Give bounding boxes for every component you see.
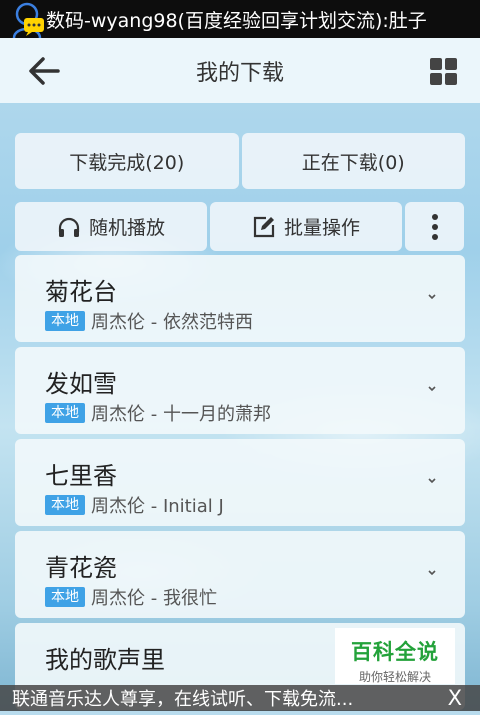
song-meta: 本地 周杰伦 - 十一月的萧邦: [45, 400, 271, 426]
chevron-down-icon[interactable]: [427, 385, 437, 393]
status-title: 数码-wyang98(百度经验回享计划交流):肚子: [46, 9, 427, 32]
song-item[interactable]: 发如雪 本地 周杰伦 - 十一月的萧邦: [15, 347, 465, 434]
download-tabs: 下载完成(20) 正在下载(0): [15, 133, 465, 189]
more-options-button[interactable]: [405, 202, 464, 251]
chevron-down-icon[interactable]: [427, 477, 437, 485]
watermark-logo: 百科全说 助你轻松解决: [335, 628, 455, 684]
song-subtitle: 周杰伦 - 十一月的萧邦: [91, 404, 271, 425]
chevron-down-icon[interactable]: [427, 293, 437, 301]
chevron-down-icon[interactable]: [427, 569, 437, 577]
header: 我的下载: [0, 38, 480, 103]
song-item[interactable]: 七里香 本地 周杰伦 - Initial J: [15, 439, 465, 526]
song-subtitle: 周杰伦 - 依然范特西: [91, 312, 253, 333]
song-item[interactable]: 青花瓷 本地 周杰伦 - 我很忙: [15, 531, 465, 618]
status-bar: 数码-wyang98(百度经验回享计划交流):肚子: [0, 0, 480, 39]
song-title: 七里香: [45, 462, 117, 490]
song-title: 青花瓷: [45, 554, 117, 582]
shuffle-play-button[interactable]: 随机播放: [15, 202, 207, 251]
watermark-main: 百科全说: [351, 640, 439, 664]
ad-banner[interactable]: 联通音乐达人尊享，在线试听、下载免流... X: [0, 685, 480, 711]
watermark-sub: 助你轻松解决: [358, 670, 431, 684]
local-badge: 本地: [45, 403, 85, 423]
action-bar: 随机播放 批量操作: [15, 202, 465, 251]
more-vertical-icon: [431, 212, 438, 242]
local-badge: 本地: [45, 311, 85, 331]
song-title: 菊花台: [45, 278, 117, 306]
local-badge: 本地: [45, 587, 85, 607]
song-subtitle: 周杰伦 - 我很忙: [91, 588, 217, 609]
back-button[interactable]: [26, 55, 62, 87]
edit-icon: [252, 215, 276, 239]
tab-downloading[interactable]: 正在下载(0): [241, 133, 465, 189]
arrow-left-icon: [29, 57, 60, 85]
batch-operation-button[interactable]: 批量操作: [210, 202, 402, 251]
local-badge: 本地: [45, 495, 85, 515]
tab-completed[interactable]: 下载完成(20): [15, 133, 239, 189]
chat-avatar-icon: [0, 0, 46, 39]
shuffle-play-label: 随机播放: [88, 217, 165, 239]
song-meta: 本地 周杰伦 - Initial J: [45, 492, 224, 518]
page-title: 我的下载: [195, 60, 284, 86]
grid-view-button[interactable]: [430, 58, 458, 86]
song-item[interactable]: 菊花台 本地 周杰伦 - 依然范特西: [15, 255, 465, 342]
song-meta: 本地 周杰伦 - 我很忙: [45, 584, 217, 610]
ad-text: 联通音乐达人尊享，在线试听、下载免流...: [12, 689, 354, 710]
ad-close-button[interactable]: X: [448, 686, 462, 710]
song-meta: 本地 周杰伦 - 依然范特西: [45, 308, 253, 334]
song-subtitle: 周杰伦 - Initial J: [91, 496, 224, 517]
song-title: 发如雪: [45, 370, 117, 398]
batch-operation-label: 批量操作: [283, 217, 360, 239]
headphones-icon: [57, 216, 81, 238]
song-title: 我的歌声里: [45, 646, 165, 674]
